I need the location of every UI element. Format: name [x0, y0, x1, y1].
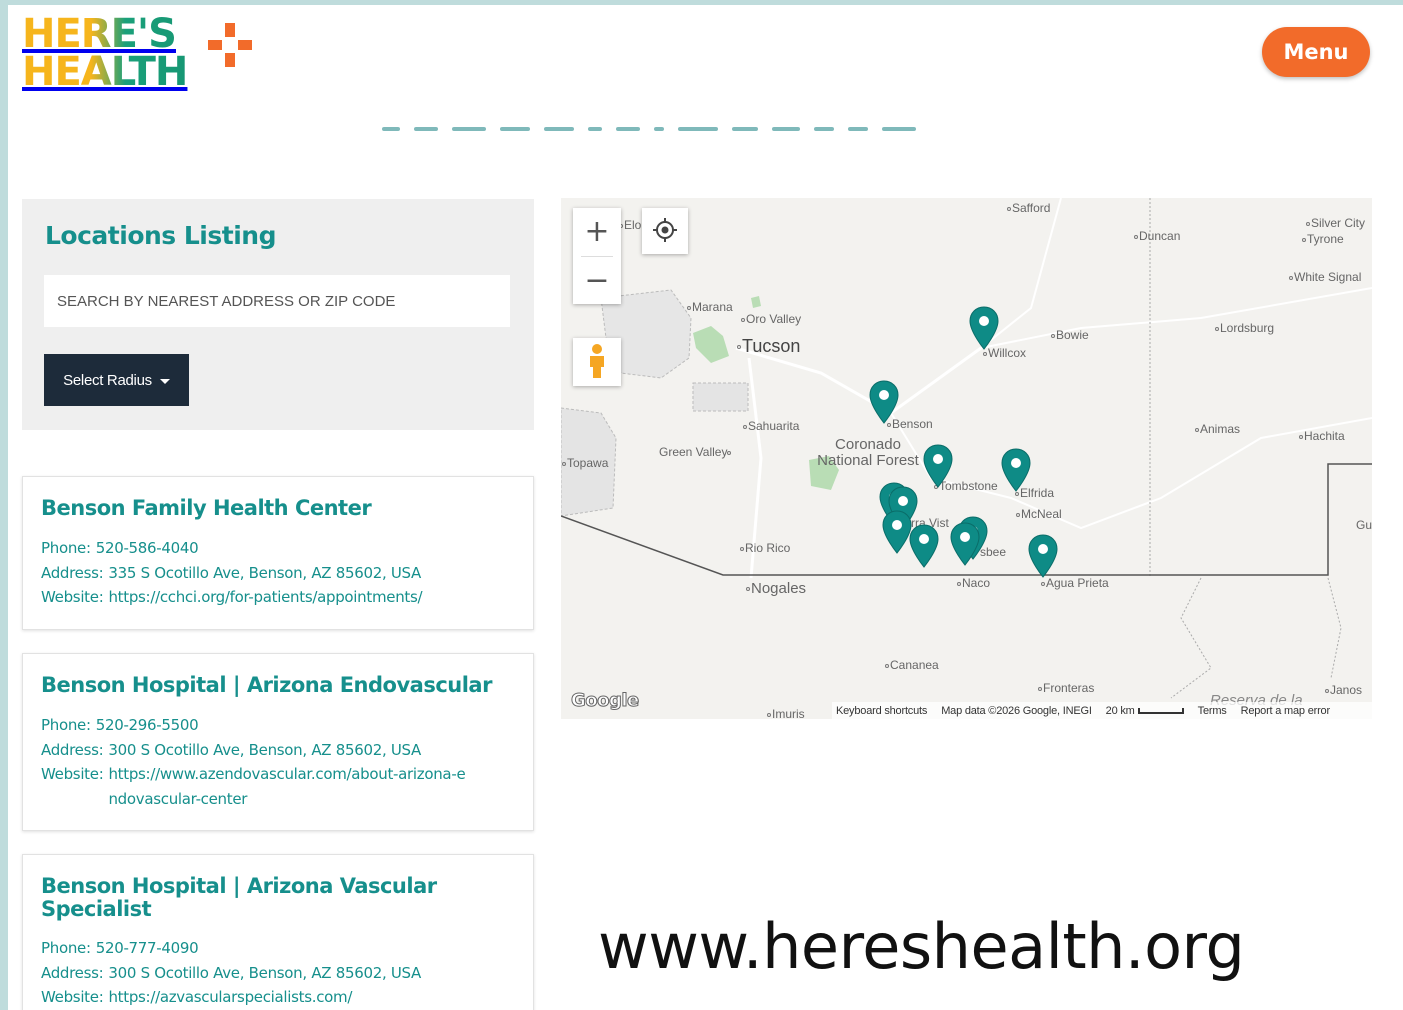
map-label-janos: Janos [1325, 683, 1362, 697]
address-label: Address: [41, 963, 104, 982]
map-label-safford: Safford [1007, 201, 1050, 215]
select-radius-button[interactable]: Select Radius [44, 354, 189, 406]
map-label-marana: Marana [687, 300, 733, 314]
location-address: Address: 335 S Ocotillo Ave, Benson, AZ 8… [41, 561, 515, 586]
map-label-rio-rico: Rio Rico [740, 541, 790, 555]
location-card[interactable]: Benson Hospital | Arizona Endovascular P… [22, 653, 534, 831]
plus-icon [208, 23, 252, 67]
location-website: Website: https://cchci.org/for-patients/a… [41, 585, 515, 610]
zoom-control: + − [573, 208, 621, 304]
location-card[interactable]: Benson Family Health Center Phone: 520-58… [22, 476, 534, 630]
pin-marker-icon[interactable] [869, 380, 899, 424]
map-label-cananea: Cananea [885, 658, 939, 672]
map-label-green-valley: Green Valley [659, 445, 732, 459]
location-card[interactable]: Benson Hospital | Arizona Vascular Speci… [22, 854, 534, 1010]
map-label-tucson: Tucson [737, 336, 800, 357]
location-name[interactable]: Benson Hospital | Arizona Vascular Speci… [41, 875, 441, 921]
scale-bar [1137, 707, 1184, 714]
street-view-button[interactable] [573, 338, 621, 386]
map-label-animas: Animas [1195, 422, 1240, 436]
website-link[interactable]: https://azvascularspecialists.com/ [108, 985, 352, 1010]
map-label-oro-valley: Oro Valley [741, 312, 801, 326]
zoom-out-button[interactable]: − [573, 257, 621, 304]
keyboard-shortcuts-link[interactable]: Keyboard shortcuts [836, 705, 927, 717]
map-label-elo: Elo [619, 218, 641, 232]
address-search-input[interactable] [44, 275, 510, 327]
pin-marker-icon[interactable] [882, 510, 912, 554]
location-address: Address: 300 S Ocotillo Ave, Benson, AZ 8… [41, 961, 515, 986]
page-heading-cutoff [382, 115, 1072, 133]
pegman-icon [590, 343, 604, 378]
website-link[interactable]: https://cchci.org/for-patients/appointme… [108, 585, 422, 610]
website-url-banner: www.hereshealth.org [598, 910, 1245, 983]
map-label-gu: Gu [1356, 518, 1372, 532]
address-value: 335 S Ocotillo Ave, Benson, AZ 85602, US… [108, 563, 422, 582]
location-website: Website: https://www.azendovascular.com/a… [41, 762, 515, 811]
website-label: Website: [41, 765, 104, 783]
map-label-duncan: Duncan [1134, 229, 1180, 243]
locate-icon [653, 217, 677, 242]
map-label-mcneal: McNeal [1016, 507, 1062, 521]
address-value: 300 S Ocotillo Ave, Benson, AZ 85602, US… [108, 963, 422, 982]
site-logo[interactable]: HERE'S HEALTH [22, 14, 252, 95]
phone-value[interactable]: 520-296-5500 [96, 713, 199, 738]
address-value: 300 S Ocotillo Ave, Benson, AZ 85602, US… [108, 740, 422, 759]
pin-marker-icon[interactable] [923, 444, 953, 488]
map-label-bowie: Bowie [1051, 328, 1089, 342]
map-data-text: Map data ©2026 Google, INEGI [941, 704, 1092, 717]
terms-link[interactable]: Terms [1198, 705, 1227, 717]
zoom-in-button[interactable]: + [573, 208, 621, 256]
select-radius-label: Select Radius [63, 371, 152, 389]
pin-marker-icon[interactable] [969, 306, 999, 350]
page: HERE'S HEALTH Menu Locations Listing Sel… [8, 5, 1403, 1010]
website-label: Website: [41, 588, 104, 606]
address-label: Address: [41, 740, 104, 759]
map-label-white-signal: White Signal [1289, 270, 1361, 284]
location-phone: Phone: 520-296-5500 [41, 713, 515, 738]
location-phone: Phone: 520-777-4090 [41, 936, 515, 961]
phone-value[interactable]: 520-586-4040 [96, 536, 199, 561]
website-link[interactable]: https://www.azendovascular.com/about-ari… [108, 762, 468, 811]
map-label-fronteras: Fronteras [1038, 681, 1094, 695]
pin-marker-icon[interactable] [950, 522, 980, 566]
map-attribution-bar: Keyboard shortcuts Map data ©2026 Google… [832, 702, 1372, 719]
map-label-naco: Naco [957, 576, 990, 590]
menu-button[interactable]: Menu [1262, 27, 1370, 77]
locations-search-panel: Locations Listing Select Radius [22, 199, 534, 430]
map-label-coronado: Coronado National Forest [817, 436, 919, 469]
map-label-sahuarita: Sahuarita [743, 419, 799, 433]
pin-marker-icon[interactable] [909, 524, 939, 568]
location-name[interactable]: Benson Hospital | Arizona Endovascular [41, 674, 515, 697]
address-label: Address: [41, 563, 104, 582]
map-label-tyrone: Tyrone [1302, 232, 1344, 246]
map-label-lordsburg: Lordsburg [1215, 321, 1274, 335]
map-scale[interactable]: 20 km [1106, 705, 1184, 717]
google-logo[interactable]: Google [571, 690, 640, 712]
map-label-topawa: Topawa [562, 456, 608, 470]
phone-label: Phone: [41, 716, 91, 734]
report-map-error-link[interactable]: Report a map error [1241, 705, 1331, 717]
chevron-down-icon [159, 378, 170, 384]
map-label-agua-prieta: Agua Prieta [1041, 576, 1109, 590]
phone-value[interactable]: 520-777-4090 [96, 936, 199, 961]
map-label-nogales: Nogales [746, 581, 806, 597]
pin-marker-icon[interactable] [1028, 534, 1058, 578]
phone-label: Phone: [41, 939, 91, 957]
pin-marker-icon[interactable] [1001, 448, 1031, 492]
website-label: Website: [41, 988, 104, 1006]
phone-label: Phone: [41, 539, 91, 557]
map-label-imuris: Imuris [767, 707, 805, 719]
locations-map[interactable]: Safford Duncan Silver City Tyrone White … [561, 198, 1372, 719]
locations-listing-title: Locations Listing [45, 221, 276, 250]
map-label-hachita: Hachita [1299, 429, 1345, 443]
locate-me-button[interactable] [642, 208, 688, 254]
location-phone: Phone: 520-586-4040 [41, 536, 515, 561]
map-label-silver-city: Silver City [1306, 216, 1365, 230]
location-address: Address: 300 S Ocotillo Ave, Benson, AZ 8… [41, 738, 515, 763]
location-name[interactable]: Benson Family Health Center [41, 497, 515, 520]
location-website: Website: https://azvascularspecialists.co… [41, 985, 515, 1010]
